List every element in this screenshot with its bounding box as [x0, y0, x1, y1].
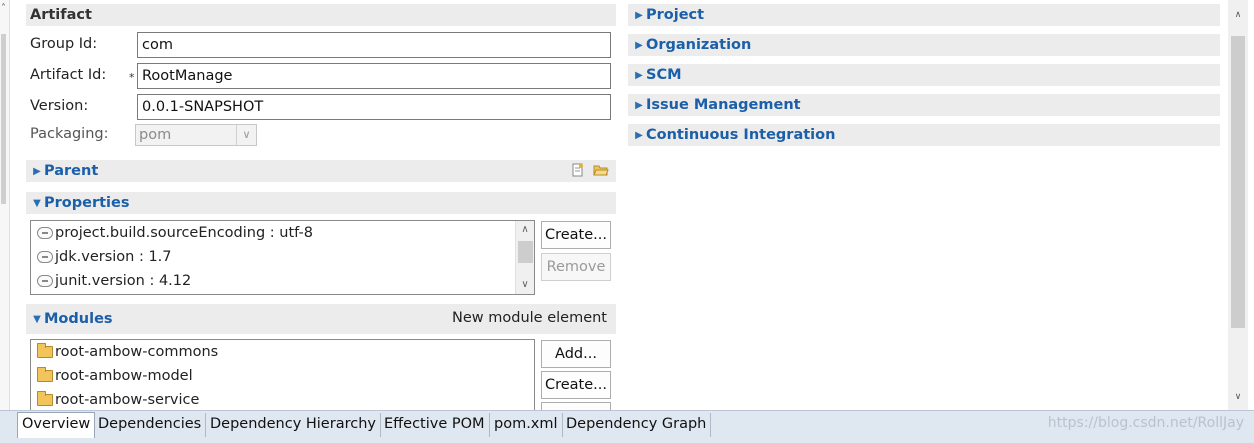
modules-list[interactable]: root-ambow-commons root-ambow-model root…: [30, 339, 535, 410]
property-icon: [37, 275, 53, 287]
folder-icon: [37, 391, 53, 406]
tab-dependency-graph[interactable]: Dependency Graph: [562, 413, 712, 437]
fold-marker-icon: ˄: [1, 3, 6, 14]
scroll-up-icon[interactable]: ∧: [516, 221, 534, 239]
expand-triangle-icon: ▶: [635, 39, 643, 51]
properties-section-header[interactable]: ▼ Properties: [26, 192, 616, 214]
scrollbar-thumb[interactable]: [518, 241, 533, 263]
artifact-section-title: Artifact: [30, 7, 92, 23]
collapse-triangle-icon: ▼: [33, 197, 41, 209]
artifact-section-header: Artifact: [26, 4, 616, 26]
new-module-element-link[interactable]: New module element: [452, 310, 607, 326]
properties-list[interactable]: project.build.sourceEncoding : utf-8 jdk…: [30, 220, 535, 295]
scrollbar-thumb[interactable]: [1231, 36, 1245, 328]
list-item[interactable]: root-ambow-service: [31, 388, 534, 410]
tab-dependency-hierarchy[interactable]: Dependency Hierarchy: [206, 413, 381, 437]
list-item[interactable]: root-ambow-commons: [31, 340, 534, 364]
list-item-label: root-ambow-commons: [55, 344, 219, 360]
properties-scrollbar[interactable]: ∧ ∨: [515, 221, 534, 294]
expand-triangle-icon: ▶: [635, 69, 643, 81]
modules-create-button[interactable]: Create...: [541, 371, 611, 399]
left-scrollbar-thumb[interactable]: [1, 34, 6, 204]
list-item-label: root-ambow-model: [55, 368, 193, 384]
scroll-down-icon[interactable]: ∨: [1228, 392, 1248, 408]
list-item-label: junit.version : 4.12: [55, 273, 192, 289]
group-id-field[interactable]: com: [137, 32, 611, 58]
scm-section-header[interactable]: ▶ SCM: [628, 64, 1220, 86]
continuous-integration-section-title: Continuous Integration: [646, 127, 836, 143]
organization-section-header[interactable]: ▶ Organization: [628, 34, 1220, 56]
project-section-title: Project: [646, 7, 705, 23]
list-item[interactable]: project.build.sourceEncoding : utf-8: [31, 221, 534, 245]
packaging-select[interactable]: pom ∨: [135, 124, 257, 146]
parent-section-title: Parent: [44, 163, 99, 179]
chevron-down-icon: ∨: [236, 125, 256, 145]
expand-triangle-icon: ▶: [635, 129, 643, 141]
new-file-icon[interactable]: [570, 163, 586, 177]
editor-scrollbar[interactable]: ∧ ∨: [1228, 0, 1248, 410]
artifact-id-label: Artifact Id:: [30, 67, 107, 83]
list-item-label: project.build.sourceEncoding : utf-8: [55, 225, 313, 241]
project-section-header[interactable]: ▶ Project: [628, 4, 1220, 26]
left-gutter: ˄: [0, 0, 10, 410]
artifact-id-field[interactable]: RootManage: [137, 63, 611, 89]
properties-remove-button[interactable]: Remove: [541, 253, 611, 281]
modules-add-button[interactable]: Add...: [541, 340, 611, 368]
collapse-triangle-icon: ▼: [33, 313, 41, 325]
property-icon: [37, 251, 53, 263]
modules-hidden-button[interactable]: [541, 402, 611, 410]
properties-create-button[interactable]: Create...: [541, 221, 611, 249]
version-label: Version:: [30, 98, 89, 114]
list-item[interactable]: junit.version : 4.12: [31, 269, 534, 293]
issue-management-section-header[interactable]: ▶ Issue Management: [628, 94, 1220, 116]
parent-section-header[interactable]: ▶ Parent: [26, 160, 616, 182]
tab-overview[interactable]: Overview: [17, 412, 96, 438]
scroll-down-icon[interactable]: ∨: [516, 276, 534, 294]
continuous-integration-section-header[interactable]: ▶ Continuous Integration: [628, 124, 1220, 146]
tab-dependencies[interactable]: Dependencies: [94, 413, 207, 437]
list-item-label: root-ambow-service: [55, 392, 200, 408]
scroll-up-icon[interactable]: ∧: [1228, 10, 1248, 26]
modules-section-title: Modules: [44, 311, 113, 327]
expand-triangle-icon: ▶: [635, 9, 643, 21]
expand-triangle-icon: ▶: [635, 99, 643, 111]
list-item[interactable]: root-ambow-model: [31, 364, 534, 388]
tab-effective-pom[interactable]: Effective POM: [380, 413, 490, 437]
watermark: https://blog.csdn.net/RollJay: [1047, 415, 1244, 431]
folder-icon: [37, 367, 53, 382]
scm-section-title: SCM: [646, 67, 682, 83]
required-marker: *: [129, 71, 135, 84]
modules-section-header[interactable]: ▼ Modules New module element: [26, 304, 616, 334]
group-id-label: Group Id:: [30, 36, 98, 52]
issue-management-section-title: Issue Management: [646, 97, 801, 113]
organization-section-title: Organization: [646, 37, 752, 53]
tab-pom-xml[interactable]: pom.xml: [490, 413, 563, 437]
properties-section-title: Properties: [44, 195, 130, 211]
folder-icon: [37, 343, 53, 358]
packaging-label: Packaging:: [30, 126, 109, 142]
version-field[interactable]: 0.0.1-SNAPSHOT: [137, 94, 611, 120]
list-item[interactable]: jdk.version : 1.7: [31, 245, 534, 269]
open-folder-icon[interactable]: [593, 163, 609, 177]
packaging-select-value: pom: [139, 127, 172, 143]
list-item-label: jdk.version : 1.7: [55, 249, 172, 265]
expand-triangle-icon: ▶: [33, 165, 41, 177]
property-icon: [37, 227, 53, 239]
